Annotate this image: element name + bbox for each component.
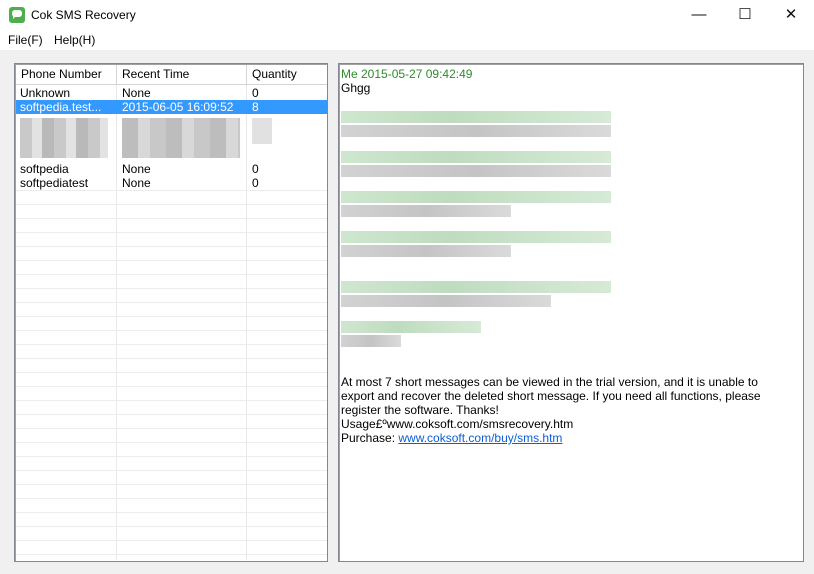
grid-line: [16, 302, 327, 303]
trial-notice: At most 7 short messages can be viewed i…: [341, 375, 791, 445]
trial-notice-line-1: At most 7 short messages can be viewed i…: [341, 375, 758, 389]
pixelated-message-header: [341, 281, 611, 293]
table-row[interactable]: softpediatest None 0: [16, 176, 327, 190]
grid-line: [16, 190, 327, 191]
grid-line: [16, 428, 327, 429]
pixelated-message-header: [341, 111, 611, 123]
grid-line: [16, 498, 327, 499]
close-button[interactable]: ✕: [768, 0, 814, 30]
table-row[interactable]: softpedia.test... 2015-06-05 16:09:52 8: [16, 100, 327, 114]
pixelated-quantity: [252, 118, 272, 144]
grid-line: [16, 470, 327, 471]
cell-time: None: [122, 86, 151, 100]
pixelated-message-header: [341, 191, 611, 203]
purchase-line: Purchase: www.coksoft.com/buy/sms.htm: [341, 431, 791, 445]
menu-file[interactable]: File(F): [8, 33, 43, 47]
pixelated-message-body: [341, 125, 611, 137]
cell-time: None: [122, 162, 151, 176]
usage-text: Usage£ºwww.coksoft.com/smsrecovery.htm: [341, 417, 574, 431]
cell-phone: softpedia.test...: [20, 100, 102, 114]
cell-time: None: [122, 176, 151, 190]
grid-line: [16, 316, 327, 317]
cell-quantity: 0: [252, 176, 259, 190]
pixelated-message-body: [341, 165, 611, 177]
menu-help[interactable]: Help(H): [54, 33, 95, 47]
grid-line: [16, 414, 327, 415]
pixelated-message-body: [341, 205, 511, 217]
pixelated-message-body: [341, 335, 401, 347]
window-title: Cok SMS Recovery: [31, 8, 136, 22]
grid-line: [16, 484, 327, 485]
pixelated-phone: [20, 118, 108, 158]
contacts-list[interactable]: Phone Number Recent Time Quantity Unknow…: [14, 63, 328, 562]
grid-line: [16, 358, 327, 359]
cell-quantity: 0: [252, 162, 259, 176]
maximize-button[interactable]: ☐: [722, 0, 768, 30]
message-body: Ghgg: [341, 81, 371, 95]
title-bar: Cok SMS Recovery — ☐ ✕: [0, 0, 814, 30]
pixelated-time: [122, 118, 240, 158]
grid-line: [16, 456, 327, 457]
cell-quantity: 0: [252, 86, 259, 100]
column-recent-time[interactable]: Recent Time: [117, 65, 247, 84]
grid-line: [16, 400, 327, 401]
grid-line: [16, 260, 327, 261]
message-header: Me 2015-05-27 09:42:49: [341, 67, 473, 81]
grid-line: [16, 232, 327, 233]
table-row[interactable]: Unknown None 0: [16, 86, 327, 100]
pixelated-message-header: [341, 231, 611, 243]
cell-phone: Unknown: [20, 86, 71, 100]
grid-line: [16, 274, 327, 275]
pixelated-message-header: [341, 321, 481, 333]
grid-line: [16, 218, 327, 219]
grid-line: [16, 204, 327, 205]
pixelated-message-body: [341, 295, 551, 307]
trial-notice-line-2: export and recover the deleted short mes…: [341, 389, 761, 403]
app-chat-icon: [9, 7, 25, 23]
grid-line: [16, 512, 327, 513]
menu-bar: File(F) Help(H): [0, 30, 814, 50]
grid-line: [16, 554, 327, 555]
redacted-row[interactable]: [16, 116, 327, 161]
grid-line: [16, 288, 327, 289]
cell-phone: softpediatest: [20, 176, 89, 190]
grid-line: [16, 526, 327, 527]
trial-notice-line-3: register the software. Thanks!: [341, 403, 499, 417]
pixelated-message-header: [341, 151, 611, 163]
message-view[interactable]: Me 2015-05-27 09:42:49 Ghgg At most 7 sh…: [338, 63, 804, 562]
grid-line: [16, 246, 327, 247]
column-phone-number[interactable]: Phone Number: [16, 65, 117, 84]
cell-phone: softpedia: [20, 162, 69, 176]
cell-quantity: 8: [252, 100, 259, 114]
contacts-header: Phone Number Recent Time Quantity: [16, 65, 327, 85]
column-quantity[interactable]: Quantity: [247, 65, 327, 84]
minimize-button[interactable]: —: [676, 0, 722, 30]
grid-line: [16, 344, 327, 345]
purchase-link[interactable]: www.coksoft.com/buy/sms.htm: [398, 431, 562, 445]
grid-line: [16, 442, 327, 443]
grid-line: [16, 372, 327, 373]
grid-line: [16, 386, 327, 387]
pixelated-message-body: [341, 245, 511, 257]
table-row[interactable]: softpedia None 0: [16, 162, 327, 176]
grid-line: [16, 330, 327, 331]
cell-time: 2015-06-05 16:09:52: [122, 100, 234, 114]
grid-line: [16, 540, 327, 541]
purchase-label: Purchase:: [341, 431, 399, 445]
